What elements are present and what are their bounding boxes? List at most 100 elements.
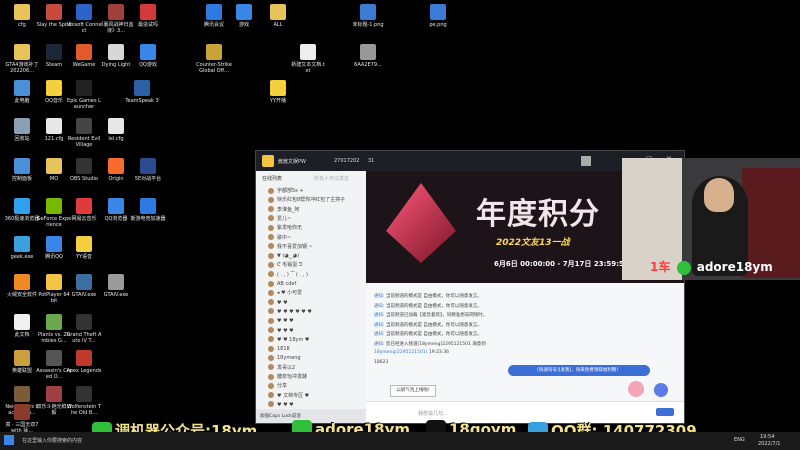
chat-text: 当前频道的模式是 自由模式，你可以随意发言。: [385, 332, 482, 337]
chat-message: 通知: 当前频道的模式是 自由模式，你可以随意发言。: [374, 322, 482, 328]
user-list-item[interactable]: 我不喜爱加钢 ~: [268, 243, 313, 251]
desktop-icon[interactable]: 360极速浏览器: [4, 198, 40, 222]
desktop-icon[interactable]: 控制面板: [4, 158, 40, 182]
chat-bubble[interactable]: [快速叫号][发我]，快来免费领取福利哦！: [508, 365, 650, 376]
user-list-item[interactable]: ♥ ♥ ♥: [268, 327, 294, 335]
user-list-item[interactable]: ♥ ♥ ♥: [268, 317, 294, 325]
user-list-item[interactable]: 歌中~: [268, 234, 291, 242]
desktop-icon[interactable]: YY开播: [260, 80, 296, 104]
desktop-icon[interactable]: GTA4游戏补丁202206...: [4, 44, 40, 74]
user-list-item[interactable]: ◂ ♥ 小可爱: [268, 289, 302, 297]
banner-subtitle: 2022文友13一战: [496, 238, 570, 248]
desktop-icon[interactable]: 网易云音乐: [66, 198, 102, 222]
user-list-item[interactable]: 1818: [268, 345, 290, 353]
user-name: ( . , ) ⁀ ( . , ): [277, 271, 308, 278]
taskbar-time[interactable]: 19:54: [760, 434, 774, 440]
desktop-icon[interactable]: Counter-Strike Global Off...: [196, 44, 232, 74]
desktop-icon[interactable]: 6AA2E79...: [350, 44, 386, 68]
taskbar-search[interactable]: 在这里输入你要搜索的内容: [22, 437, 82, 444]
desktop-icon[interactable]: lel.cfg: [98, 118, 134, 142]
taskbar[interactable]: 在这里输入你要搜索的内容 ENG 19:54 2022/7/1: [0, 432, 800, 450]
yy-title-bar[interactable]: 酱酱文娱PW 27017202 31 — □ ✕: [256, 151, 684, 171]
user-list-item[interactable]: ▼ (◕‿◕): [268, 252, 299, 260]
desktop-icon[interactable]: QQ浏览器: [98, 198, 134, 222]
user-list-item[interactable]: 糖浆怡冲发酵: [268, 373, 307, 381]
desktop-icon[interactable]: Resident Evil Village: [66, 118, 102, 148]
desktop-icon[interactable]: Wolfenstein The Old B...: [66, 386, 102, 416]
desktop-icon[interactable]: Apex Legends: [66, 350, 102, 374]
desktop-icon[interactable]: 斯游电竞加速器: [130, 198, 166, 222]
start-button[interactable]: [4, 435, 14, 445]
user-list-item[interactable]: 爱儿~: [268, 215, 291, 223]
assistant-icon[interactable]: [654, 383, 668, 397]
desktop-icon[interactable]: Epic Games Launcher: [66, 80, 102, 110]
desktop-icon-label: 最造试吗: [137, 22, 158, 28]
avatar: [268, 280, 274, 287]
user-list-item[interactable]: AB cdef: [268, 280, 296, 288]
taskbar-date[interactable]: 2022/7/1: [758, 441, 780, 447]
desktop-icon[interactable]: 火绒安全软件: [4, 274, 40, 298]
user-list-item[interactable]: 分享: [268, 382, 287, 390]
desktop-icon[interactable]: 此文档: [4, 314, 40, 338]
user-list-item[interactable]: ♥ ♥ 18ym ♥: [268, 336, 309, 344]
desktop-icon[interactable]: 此电脑: [4, 80, 40, 104]
desktop-icon-image: [108, 4, 124, 20]
desktop-icon[interactable]: OBS Studio: [66, 158, 102, 182]
desktop-icon-image: [76, 314, 92, 330]
user-list-item[interactable]: 发哥以2: [268, 364, 295, 372]
home-icon[interactable]: [262, 155, 274, 167]
desktop-icon[interactable]: Grand Theft Auto IV T...: [66, 314, 102, 344]
user-list-item[interactable]: ♥ ♥ ♥ ♥ ♥ ♥: [268, 308, 312, 316]
user-list-item[interactable]: ᕦ 毛锻蛋 ᕤ: [268, 261, 302, 269]
desktop-icon[interactable]: 未标题-1.png: [350, 4, 386, 28]
desktop-icon[interactable]: 游戏: [226, 4, 262, 28]
user-name: 我不喜爱加钢 ~: [277, 243, 313, 250]
desktop-icon[interactable]: 5E对战平台: [130, 158, 166, 182]
user-list-item[interactable]: ♥ 文档专区 ♥: [268, 392, 309, 400]
user-list-item[interactable]: 李淮鱼_阿: [268, 206, 300, 214]
user-list-item[interactable]: 宇都部5s +: [268, 187, 304, 195]
desktop-icon[interactable]: 《暴风战神日血液》3...: [98, 4, 134, 34]
user-list-item[interactable]: ♥ ♥: [268, 299, 288, 307]
user-list-item[interactable]: 18ymeng: [268, 354, 301, 362]
desktop-icon[interactable]: 回收站: [4, 118, 40, 142]
chat-area[interactable]: 通知: 当前频道的模式是 自由模式，你可以随意发言。 通知: 当前频道的模式是 自…: [366, 283, 684, 401]
user-name: ♥ ♥ ♥: [277, 327, 294, 334]
desktop-icon[interactable]: 最造试吗: [130, 4, 166, 28]
user-list-item[interactable]: ♥ ♥ ♥: [268, 401, 294, 409]
desktop-icon[interactable]: YY语音: [66, 236, 102, 260]
desktop-icon[interactable]: QQ游戏: [130, 44, 166, 68]
chat-text: 19:23:36: [428, 350, 450, 355]
desktop-icon[interactable]: Dying Light: [98, 44, 134, 68]
desktop-icon[interactable]: GTAIV.exe: [66, 274, 102, 298]
desktop-icon-label: 未标题-1.png: [352, 22, 384, 28]
desktop-icon[interactable]: geek.exe: [4, 236, 40, 260]
gift-icon[interactable]: [628, 381, 644, 397]
user-list-item[interactable]: 快乐红包8帮你冲红包了主持子: [268, 196, 345, 204]
desktop-icon-label: lel.cfg: [108, 136, 124, 142]
avatar: [268, 243, 274, 250]
yy-window[interactable]: 酱酱文娱PW 27017202 31 — □ ✕ 在线列表 所有人可以发言 宇都…: [255, 150, 685, 424]
desktop-icon[interactable]: WeGame: [66, 44, 102, 68]
user-name: 李淮鱼_阿: [277, 206, 300, 213]
desktop-icon[interactable]: 新建文本文档.txt: [290, 44, 326, 74]
avatar: [268, 345, 274, 352]
desktop-icon-label: GTAIV.exe: [103, 292, 129, 298]
desktop-icon[interactable]: TeamSpeak 3: [124, 80, 160, 104]
taskbar-lang[interactable]: ENG: [734, 437, 745, 443]
banner-date: 6月6日 00:00:00 - 7月17日 23:59:59: [494, 260, 629, 268]
desktop-icon[interactable]: cfg: [4, 4, 40, 28]
desktop-icon[interactable]: ALL: [260, 4, 296, 28]
desktop-icon-image: [76, 386, 92, 402]
desktop-icon-image: [46, 386, 62, 402]
user-list-item[interactable]: ( . , ) ⁀ ( . , ): [268, 271, 308, 279]
home-tab-icon[interactable]: [581, 156, 591, 166]
desktop-icon[interactable]: 英雄联盟: [4, 350, 40, 374]
user-list-item[interactable]: 紫发哈你无: [268, 224, 302, 232]
desktop-icon[interactable]: GTAIV.exe: [98, 274, 134, 298]
desktop-icon-label: cfg: [18, 22, 26, 28]
desktop-icon[interactable]: Origin: [98, 158, 134, 182]
desktop-icon[interactable]: Ubisoft Connect: [66, 4, 102, 34]
desktop-icon[interactable]: pe.png: [420, 4, 456, 28]
chat-sender: 通知:: [374, 294, 386, 299]
